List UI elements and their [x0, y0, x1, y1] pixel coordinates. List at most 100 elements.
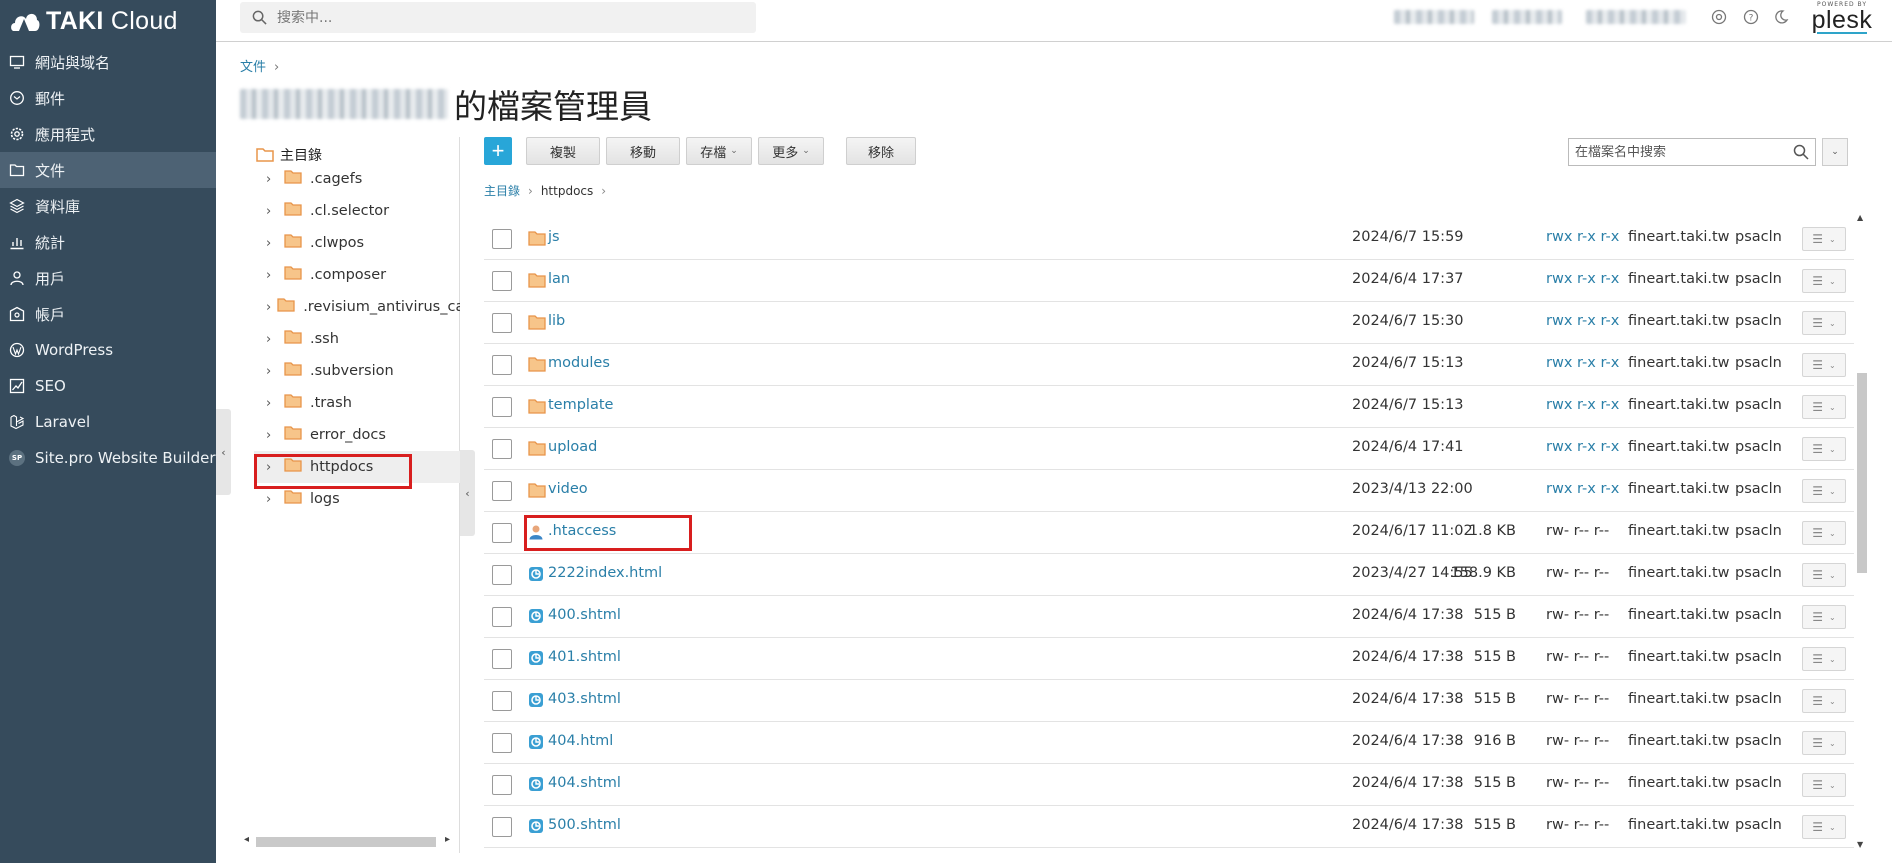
file-row[interactable]: 401.shtml 2024/6/4 17:38 515 B rw- r-- r-- f…	[484, 638, 1854, 680]
file-row[interactable]: 403.shtml 2024/6/4 17:38 515 B rw- r-- r-- f…	[484, 680, 1854, 722]
add-button[interactable]: +	[484, 137, 512, 165]
chevron-right-icon[interactable]: ›	[266, 332, 278, 347]
file-name-link[interactable]: js	[548, 229, 560, 245]
row-checkbox[interactable]	[492, 733, 512, 753]
file-row[interactable]: lib 2024/6/7 15:30 rwx r-x r-x fineart.taki…	[484, 302, 1854, 344]
chevron-right-icon[interactable]: ›	[266, 492, 278, 507]
breadcrumb-files-link[interactable]: 文件	[240, 60, 266, 75]
chevron-right-icon[interactable]: ›	[266, 172, 278, 187]
row-checkbox[interactable]	[492, 313, 512, 333]
global-search[interactable]	[240, 2, 756, 33]
sidebar-item-0[interactable]: 網站與域名	[0, 44, 216, 80]
row-checkbox[interactable]	[492, 691, 512, 711]
file-name-link[interactable]: 404.shtml	[548, 775, 621, 791]
file-name-link[interactable]: template	[548, 397, 613, 413]
row-checkbox[interactable]	[492, 649, 512, 669]
chevron-right-icon[interactable]: ›	[266, 236, 278, 251]
sidebar-collapse-button[interactable]: ‹	[216, 409, 231, 495]
tree-item[interactable]: › .composer	[266, 259, 460, 291]
row-actions-menu[interactable]: ☰ ⌄	[1802, 395, 1846, 419]
row-actions-menu[interactable]: ☰ ⌄	[1802, 731, 1846, 755]
file-name-link[interactable]: lib	[548, 313, 565, 329]
file-row[interactable]: 404.shtml 2024/6/4 17:38 515 B rw- r-- r-- f…	[484, 764, 1854, 806]
row-checkbox[interactable]	[492, 271, 512, 291]
file-name-link[interactable]: 2222index.html	[548, 565, 662, 581]
row-actions-menu[interactable]: ☰ ⌄	[1802, 815, 1846, 839]
file-name-link[interactable]: 404.html	[548, 733, 613, 749]
file-permissions[interactable]: rwx r-x r-x	[1546, 229, 1619, 245]
row-checkbox[interactable]	[492, 607, 512, 627]
file-row[interactable]: 400.shtml 2024/6/4 17:38 515 B rw- r-- r-- f…	[484, 596, 1854, 638]
file-row[interactable]: lan 2024/6/4 17:37 rwx r-x r-x fineart.taki…	[484, 260, 1854, 302]
row-actions-menu[interactable]: ☰ ⌄	[1802, 689, 1846, 713]
file-row[interactable]: upload 2024/6/4 17:41 rwx r-x r-x fineart.t…	[484, 428, 1854, 470]
file-row[interactable]: 500.shtml 2024/6/4 17:38 515 B rw- r-- r-- f…	[484, 806, 1854, 848]
search-options-dropdown[interactable]: ⌄	[1822, 138, 1848, 166]
sidebar-item-9[interactable]: SEO	[0, 368, 216, 404]
row-checkbox[interactable]	[492, 481, 512, 501]
copy-button[interactable]: 複製	[526, 137, 600, 165]
chevron-right-icon[interactable]: ›	[266, 428, 278, 443]
file-permissions[interactable]: rwx r-x r-x	[1546, 481, 1619, 497]
file-name-link[interactable]: lan	[548, 271, 570, 287]
file-list-scrollbar[interactable]: ▲ ▼	[1856, 213, 1868, 849]
file-row[interactable]: js 2024/6/7 15:59 rwx r-x r-x fineart.taki.…	[484, 218, 1854, 260]
file-search-input[interactable]	[1575, 144, 1785, 160]
sidebar-item-5[interactable]: 統計	[0, 224, 216, 260]
taki-cloud-logo[interactable]: TAKI Cloud	[0, 0, 216, 42]
tree-horizontal-scrollbar[interactable]: ◂ ▸	[240, 832, 458, 852]
row-actions-menu[interactable]: ☰ ⌄	[1802, 521, 1846, 545]
redacted-user[interactable]	[1394, 10, 1474, 24]
row-actions-menu[interactable]: ☰ ⌄	[1802, 227, 1846, 251]
row-checkbox[interactable]	[492, 565, 512, 585]
file-permissions[interactable]: rwx r-x r-x	[1546, 355, 1619, 371]
row-checkbox[interactable]	[492, 229, 512, 249]
file-name-link[interactable]: 403.shtml	[548, 691, 621, 707]
tree-item[interactable]: › .subversion	[266, 355, 460, 387]
tree-item[interactable]: › .cagefs	[266, 163, 460, 195]
row-actions-menu[interactable]: ☰ ⌄	[1802, 479, 1846, 503]
file-permissions[interactable]: rwx r-x r-x	[1546, 439, 1619, 455]
tree-root[interactable]: 主目錄	[256, 145, 322, 165]
row-actions-menu[interactable]: ☰ ⌄	[1802, 437, 1846, 461]
more-button[interactable]: 更多 ⌄	[758, 137, 824, 165]
file-permissions[interactable]: rwx r-x r-x	[1546, 397, 1619, 413]
remove-button[interactable]: 移除	[846, 137, 916, 165]
search-icon[interactable]	[1793, 144, 1809, 160]
row-actions-menu[interactable]: ☰ ⌄	[1802, 647, 1846, 671]
tree-item[interactable]: › .ssh	[266, 323, 460, 355]
file-row[interactable]: modules 2024/6/7 15:13 rwx r-x r-x fineart.…	[484, 344, 1854, 386]
row-checkbox[interactable]	[492, 439, 512, 459]
row-actions-menu[interactable]: ☰ ⌄	[1802, 563, 1846, 587]
sidebar-item-3[interactable]: 文件	[0, 152, 216, 188]
chevron-right-icon[interactable]: ›	[266, 300, 271, 315]
row-checkbox[interactable]	[492, 523, 512, 543]
file-name-link[interactable]: 400.shtml	[548, 607, 621, 623]
archive-button[interactable]: 存檔 ⌄	[686, 137, 752, 165]
support-icon[interactable]	[1710, 8, 1728, 26]
chevron-right-icon[interactable]: ›	[266, 364, 278, 379]
file-row[interactable]: 404.html 2024/6/4 17:38 916 B rw- r-- r-- fi…	[484, 722, 1854, 764]
row-checkbox[interactable]	[492, 355, 512, 375]
file-row[interactable]: 2222index.html 2023/4/27 14:55 158.9 KB rw-…	[484, 554, 1854, 596]
row-checkbox[interactable]	[492, 817, 512, 837]
chevron-right-icon[interactable]: ›	[266, 204, 278, 219]
tree-item[interactable]: › .revisium_antivirus_cache	[266, 291, 460, 323]
tree-item[interactable]: › .cl.selector	[266, 195, 460, 227]
redacted-subscription[interactable]	[1492, 10, 1562, 24]
file-name-link[interactable]: modules	[548, 355, 610, 371]
sidebar-item-8[interactable]: WordPress	[0, 332, 216, 368]
row-checkbox[interactable]	[492, 775, 512, 795]
tree-item[interactable]: › error_docs	[266, 419, 460, 451]
file-row[interactable]: video 2023/4/13 22:00 rwx r-x r-x fineart.t…	[484, 470, 1854, 512]
file-row[interactable]: template 2024/6/7 15:13 rwx r-x r-x fineart…	[484, 386, 1854, 428]
file-name-link[interactable]: 500.shtml	[548, 817, 621, 833]
sidebar-item-2[interactable]: 應用程式	[0, 116, 216, 152]
help-icon[interactable]: ?	[1742, 8, 1760, 26]
chevron-right-icon[interactable]: ›	[266, 396, 278, 411]
sidebar-item-4[interactable]: 資料庫	[0, 188, 216, 224]
sidebar-item-10[interactable]: Laravel	[0, 404, 216, 440]
move-button[interactable]: 移動	[606, 137, 680, 165]
row-actions-menu[interactable]: ☰ ⌄	[1802, 773, 1846, 797]
file-name-link[interactable]: 401.shtml	[548, 649, 621, 665]
